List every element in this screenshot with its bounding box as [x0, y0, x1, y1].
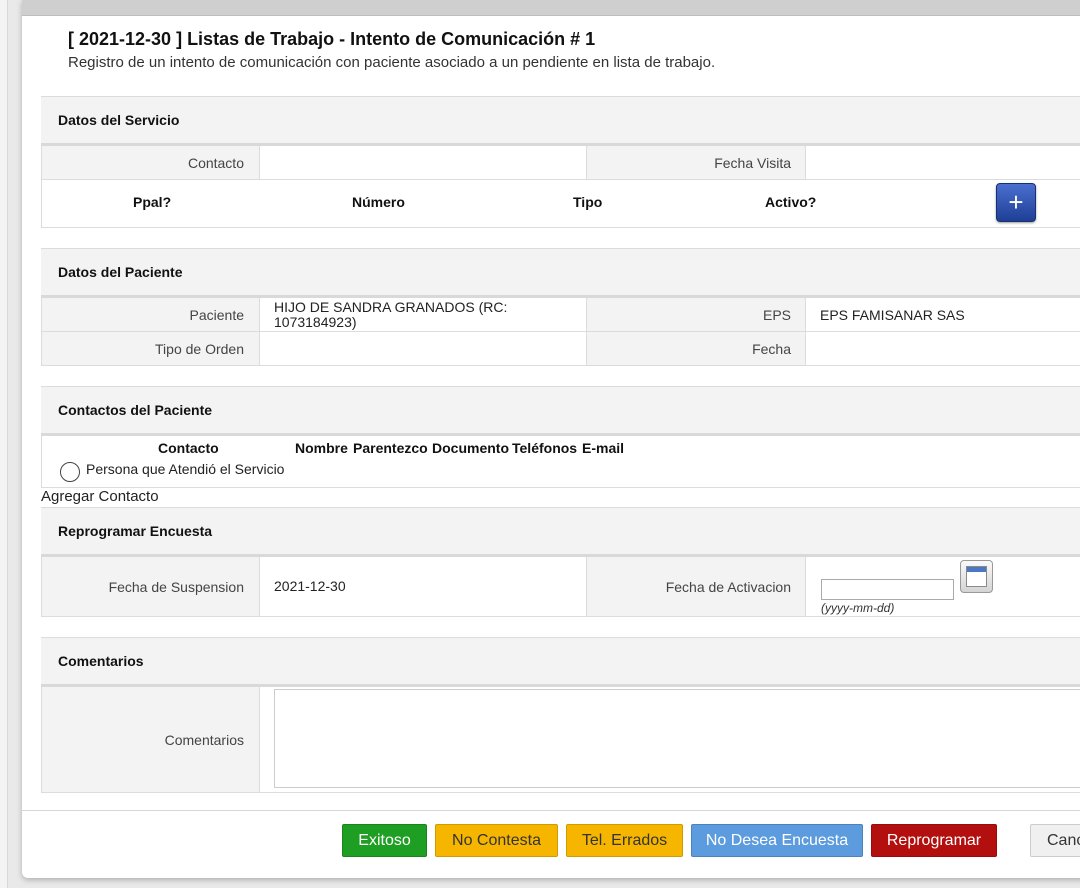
col-documento: Documento [432, 440, 509, 456]
col-ppal: Ppal? [133, 194, 172, 210]
exitoso-button[interactable]: Exitoso [342, 824, 427, 857]
persona-atendio-label: Persona que Atendió el Servicio [86, 461, 285, 477]
orden-row: Tipo de Orden Fecha [41, 332, 1080, 366]
calendar-icon [966, 566, 987, 587]
tipo-orden-value [260, 332, 587, 365]
fecha-label: Fecha [587, 332, 806, 365]
paciente-value: HIJO DE SANDRA GRANADOS (RC: 1073184923) [260, 298, 587, 331]
servicio-row: Contacto Fecha Visita [41, 146, 1080, 180]
contacto-value [260, 146, 587, 179]
background-window-edge [0, 0, 8, 888]
fecha-value [806, 332, 1080, 365]
work-list-dialog: [ 2021-12-30 ] Listas de Trabajo - Inten… [22, 0, 1080, 878]
dialog-titlebar[interactable] [22, 0, 1080, 16]
footer-divider [22, 810, 1080, 811]
contacto-label: Contacto [41, 146, 260, 179]
fecha-activacion-input[interactable] [821, 579, 954, 600]
add-contact-link[interactable]: Agregar Contacto [41, 488, 159, 505]
col-numero: Número [352, 194, 405, 210]
col-tipo: Tipo [573, 194, 603, 210]
page-title: [ 2021-12-30 ] Listas de Trabajo - Inten… [68, 29, 596, 49]
col-contacto: Contacto [158, 440, 219, 456]
col-telefonos: Teléfonos [512, 440, 578, 456]
reprogramar-button[interactable]: Reprogramar [871, 824, 997, 857]
tel-errados-button[interactable]: Tel. Errados [566, 824, 683, 857]
no-contesta-button[interactable]: No Contesta [435, 824, 558, 857]
eps-value: EPS FAMISANAR SAS [806, 298, 1080, 331]
section-contactos-paciente: Contactos del Paciente [41, 386, 1080, 436]
page-subtitle: Registro de un intento de comunicación c… [68, 54, 716, 71]
comentarios-textarea[interactable] [274, 689, 1080, 788]
date-format-hint: (yyyy-mm-dd) [821, 601, 895, 615]
calendar-button[interactable] [960, 560, 993, 593]
no-desea-encuesta-button[interactable]: No Desea Encuesta [691, 824, 863, 857]
persona-atendio-radio[interactable] [60, 462, 80, 482]
paciente-label: Paciente [41, 298, 260, 331]
fecha-visita-label: Fecha Visita [587, 146, 806, 179]
section-datos-paciente: Datos del Paciente [41, 248, 1080, 298]
section-comentarios: Comentarios [41, 637, 1080, 687]
col-parentezco: Parentezco [353, 440, 428, 456]
col-activo: Activo? [765, 194, 817, 210]
col-email: E-mail [582, 440, 625, 456]
paciente-row: Paciente HIJO DE SANDRA GRANADOS (RC: 10… [41, 298, 1080, 332]
cancelar-button[interactable]: Canc [1030, 824, 1080, 857]
fecha-suspension-value: 2021-12-30 [260, 557, 587, 616]
fecha-visita-value [806, 146, 1080, 179]
section-datos-servicio: Datos del Servicio [41, 96, 1080, 146]
tipo-orden-label: Tipo de Orden [41, 332, 260, 365]
section-reprogramar-encuesta: Reprogramar Encuesta [41, 507, 1080, 557]
fecha-activacion-label: Fecha de Activacion [587, 557, 806, 616]
plus-icon: + [1008, 187, 1024, 217]
phones-table-header [41, 180, 1080, 228]
col-nombre: Nombre [295, 440, 348, 456]
eps-label: EPS [587, 298, 806, 331]
comentarios-label: Comentarios [41, 687, 260, 792]
add-phone-button[interactable]: + [996, 183, 1036, 222]
fecha-suspension-label: Fecha de Suspension [41, 557, 260, 616]
